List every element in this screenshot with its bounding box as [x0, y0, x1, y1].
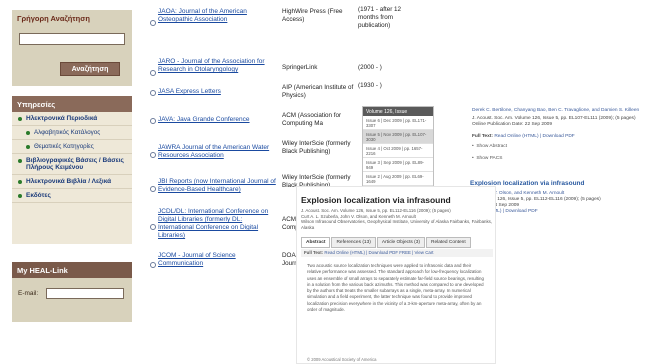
- bullet-icon: [18, 159, 22, 163]
- article-affiliation: Wilson Infrasound Observatories, Geophys…: [301, 219, 493, 230]
- journal-title-link[interactable]: JARO - Journal of the Association for Re…: [158, 58, 278, 74]
- journal-radio[interactable]: [150, 20, 156, 26]
- article-title-link[interactable]: Explosion localization via infrasound: [470, 180, 662, 187]
- menu-item-label: Ηλεκτρονικά Περιοδικά: [26, 115, 98, 122]
- journal-radio[interactable]: [150, 118, 156, 124]
- fulltext-label: Full Text:: [472, 134, 493, 139]
- fulltext-links[interactable]: Read Online (HTML) | Download PDF: [494, 134, 574, 139]
- article-detail-card: Explosion localization via infrasound J.…: [296, 186, 496, 364]
- menu-item-label: Εκδότες: [26, 192, 51, 199]
- issue-item[interactable]: Issue 3 | Sep 2009 | pp. EL89-949: [363, 158, 433, 172]
- left-sidebar: Γρήγορη Αναζήτηση Αναζήτηση Υπηρεσίες Ηλ…: [0, 0, 144, 364]
- fulltext-bar: Full Text: Read Online (HTML) | Download…: [301, 249, 493, 257]
- search-button[interactable]: Αναζήτηση: [60, 62, 120, 76]
- journal-radio[interactable]: [150, 186, 156, 192]
- journal-radio[interactable]: [150, 90, 156, 96]
- fulltext-links[interactable]: Read Online (HTML) | Download PDF FREE |…: [324, 250, 433, 255]
- quick-search-title: Γρήγορη Αναζήτηση: [17, 14, 90, 23]
- journal-row: JAOA: Journal of the American Osteopathi…: [150, 6, 414, 40]
- menu-item-label: Ηλεκτρονικά Βιβλία / Λεξικά: [26, 178, 112, 185]
- issue-item[interactable]: Issue 2 | Aug 2009 | pp. EL69-1649: [363, 172, 433, 186]
- journal-title-link[interactable]: JAWRA Journal of the American Water Reso…: [158, 144, 278, 160]
- journal-title-link[interactable]: JCOM - Journal of Science Communication: [158, 252, 278, 268]
- article-title: Explosion localization via infrasound: [301, 195, 451, 205]
- journal-radio[interactable]: [150, 152, 156, 158]
- email-row: E-mail:: [12, 278, 132, 309]
- journal-radio[interactable]: [150, 262, 156, 268]
- journal-title-link[interactable]: JAVA: Java Grande Conference: [158, 116, 278, 124]
- menu-item-label: Θεματικές Κατηγορίες: [34, 143, 94, 150]
- my-heal-link-box: My HEAL-Link E-mail:: [12, 262, 132, 322]
- journal-publisher: HighWire Press (Free Access): [282, 8, 343, 23]
- article-citation: J. Acoust. Soc. Am. Volume 126, Issue 5,…: [472, 116, 658, 128]
- issue-item[interactable]: Issue 5 | Nov 2009 | pp. EL107-3030: [363, 130, 433, 144]
- journal-title-link[interactable]: JBI Reports (now International Journal o…: [158, 178, 278, 194]
- email-field[interactable]: [46, 288, 125, 299]
- tab-article-objects[interactable]: Article Objects (3): [376, 237, 425, 248]
- bullet-icon: [18, 180, 22, 184]
- services-title: Υπηρεσίες: [12, 96, 132, 112]
- menu-item-electronic-journals[interactable]: Ηλεκτρονικά Περιοδικά: [12, 112, 132, 126]
- journal-publisher: SpringerLink: [282, 64, 318, 71]
- issue-item[interactable]: Issue 4 | Oct 2009 | pp. 1657-2216: [363, 144, 433, 158]
- bullet-icon: [18, 194, 22, 198]
- menu-item-alphabetical-catalog[interactable]: Αλφαβητικός Κατάλογος: [12, 126, 132, 140]
- bullet-icon: [26, 131, 30, 135]
- show-pacs-label: Show PACS: [476, 156, 503, 161]
- quick-search-input[interactable]: [19, 33, 125, 45]
- article-entry: Derek C. Bertilone, Chanyang Bao, Ben C.…: [442, 102, 662, 172]
- fulltext-line: Full Text: Read Online (HTML) | Download…: [472, 134, 575, 139]
- tab-references[interactable]: References (13): [331, 237, 376, 248]
- show-pacs-toggle[interactable]: • Show PACS: [472, 156, 502, 161]
- menu-item-bibliographic-databases[interactable]: Βιβλιογραφικές Βάσεις / Βάσεις Πλήρους Κ…: [12, 154, 132, 175]
- menu-item-label: Αλφαβητικός Κατάλογος: [34, 129, 101, 136]
- journal-dates: (1971 - after 12 months from publication…: [358, 6, 402, 29]
- quick-search-box: Γρήγορη Αναζήτηση Αναζήτηση: [12, 10, 132, 86]
- volume-header: Volume 126, Issue: [363, 107, 433, 116]
- tab-abstract[interactable]: Abstract: [301, 237, 331, 248]
- article-entry-right: Explosion localization via infrasound ue…: [470, 180, 662, 230]
- bullet-icon: [18, 117, 22, 121]
- journal-title-link[interactable]: JAOA: Journal of the American Osteopathi…: [158, 8, 278, 24]
- email-label: E-mail:: [18, 290, 39, 297]
- services-menu: Υπηρεσίες Ηλεκτρονικά Περιοδικά Αλφαβητι…: [12, 96, 132, 244]
- bullet-icon: [26, 145, 30, 149]
- article-authors[interactable]: Derek C. Bertilone, Chanyang Bao, Ben C.…: [472, 108, 658, 114]
- article-metadata: J. Acoust. Soc. Am. Volume 126, Issue 5,…: [301, 208, 497, 230]
- journal-dates: (1930 - ): [358, 82, 382, 89]
- issue-item[interactable]: Issue 6 | Dec 2009 | pp. EL171-3307: [363, 116, 433, 130]
- my-heal-link-title: My HEAL-Link: [12, 262, 132, 278]
- journal-radio[interactable]: [150, 224, 156, 230]
- copyright-notice: © 2009 Acoustical Society of America: [307, 357, 377, 362]
- fulltext-label: Full Text:: [304, 250, 324, 255]
- show-abstract-toggle[interactable]: • Show Abstract: [472, 144, 507, 149]
- journal-radio[interactable]: [150, 70, 156, 76]
- menu-item-publishers[interactable]: Εκδότες: [12, 189, 132, 203]
- journal-publisher: AIP (American Institute of Physics): [282, 84, 354, 99]
- journal-publisher: Wiley InterScie (formerly Black Publishi…: [282, 140, 351, 155]
- journal-publisher: ACM (Association for Computing Ma: [282, 112, 342, 127]
- fulltext-links[interactable]: Online (HTML) | Download PDF: [470, 209, 662, 215]
- menu-item-label: Βιβλιογραφικές Βάσεις / Βάσεις Πλήρους Κ…: [26, 157, 124, 171]
- journal-title-link[interactable]: JCDL/DL: International Conference on Dig…: [158, 208, 278, 240]
- menu-item-subject-categories[interactable]: Θεματικές Κατηγορίες: [12, 140, 132, 154]
- menu-item-ebooks[interactable]: Ηλεκτρονικά Βιβλία / Λεξικά: [12, 175, 132, 189]
- article-tabs: Abstract References (13) Article Objects…: [301, 237, 472, 248]
- online-date: Online Publication Date: 22 Sep 2009: [472, 122, 553, 127]
- abstract-text: Two acoustic source localization techniq…: [307, 263, 484, 313]
- show-abstract-label: Show Abstract: [476, 144, 508, 149]
- journal-dates: (2000 - ): [358, 64, 382, 71]
- journal-title-link[interactable]: JASA Express Letters: [158, 88, 278, 96]
- tab-related-content[interactable]: Related Content: [426, 237, 471, 248]
